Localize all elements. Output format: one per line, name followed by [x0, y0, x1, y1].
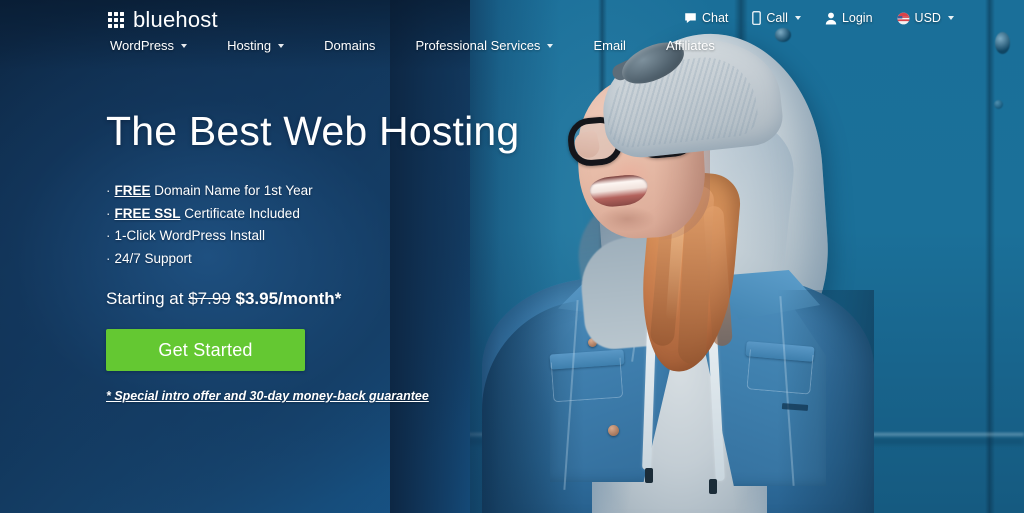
list-item-text: Domain Name for 1st Year [150, 183, 313, 199]
utility-item-label: Call [766, 11, 788, 25]
bullet-dot-icon: · [106, 205, 111, 221]
utility-item-login[interactable]: Login [825, 11, 873, 25]
price-current: $3.95/month* [235, 289, 342, 309]
bullet-dot-icon: · [106, 183, 111, 199]
utility-nav: Chat Call Login USD [684, 11, 954, 25]
wall-bolt-icon [994, 100, 1003, 109]
jacket-pocket [746, 349, 814, 395]
brand-logo[interactable]: bluehost [108, 7, 218, 33]
utility-item-chat[interactable]: Chat [684, 11, 728, 25]
bullet-dot-icon: · [106, 228, 111, 244]
list-item: · FREE Domain Name for 1st Year [106, 180, 526, 203]
chevron-down-icon [794, 16, 801, 20]
nav-item-label: WordPress [110, 38, 175, 53]
nav-item-email[interactable]: Email [593, 38, 626, 53]
nav-item-affiliates[interactable]: Affiliates [666, 38, 715, 53]
header-top-shade [0, 0, 470, 70]
nav-item-label: Email [593, 38, 626, 53]
pricing-line: Starting at $7.99 $3.95/month* [106, 289, 526, 309]
brand-name: bluehost [133, 7, 218, 32]
utility-item-label: Login [841, 11, 873, 25]
price-original: $7.99 [188, 289, 231, 309]
hero-content: The Best Web Hosting · FREE Domain Name f… [106, 108, 526, 403]
utility-item-label: USD [914, 11, 941, 25]
chevron-down-icon [278, 43, 285, 48]
list-item: · FREE SSL Certificate Included [106, 203, 526, 226]
grid-nine-dots-icon [108, 12, 124, 28]
list-item-emphasis: FREE SSL [114, 205, 181, 221]
chat-bubble-icon [684, 12, 697, 25]
utility-item-call[interactable]: Call [752, 11, 801, 25]
mobile-phone-icon [752, 11, 762, 25]
nav-item-hosting[interactable]: Hosting [227, 38, 285, 53]
chevron-down-icon [181, 43, 188, 48]
page-title: The Best Web Hosting [106, 108, 520, 154]
chevron-down-icon [547, 43, 554, 48]
chin-shadow [598, 206, 656, 232]
nav-item-professional-services[interactable]: Professional Services [415, 38, 554, 53]
get-started-button[interactable]: Get Started [106, 329, 305, 372]
list-item-text: 1-Click WordPress Install [114, 228, 266, 244]
nav-item-label: Hosting [227, 38, 272, 53]
drawstring-aglet [709, 479, 717, 494]
torso-shadow-right [760, 290, 874, 513]
hero-banner: Chat Call Login USD bluehost WordPress H… [0, 0, 1024, 513]
utility-item-currency[interactable]: USD [897, 11, 954, 25]
jacket-pocket [550, 357, 624, 403]
nav-item-wordpress[interactable]: WordPress [110, 38, 188, 53]
nav-item-label: Affiliates [665, 38, 715, 53]
nav-item-label: Professional Services [415, 38, 541, 53]
price-prefix: Starting at [106, 289, 189, 309]
list-item-text: Certificate Included [180, 205, 300, 221]
wall-bolt-icon [995, 32, 1010, 54]
chevron-down-icon [947, 16, 954, 20]
list-item: · 1-Click WordPress Install [106, 225, 526, 248]
list-item-text: 24/7 Support [114, 250, 192, 266]
list-item-emphasis: FREE [114, 183, 151, 199]
list-item: · 24/7 Support [106, 248, 526, 271]
drawstring-aglet [645, 468, 653, 483]
us-flag-icon [897, 12, 910, 25]
feature-list: · FREE Domain Name for 1st Year · FREE SSL… [106, 180, 526, 270]
jacket-button-icon [608, 425, 619, 436]
nav-item-domains[interactable]: Domains [324, 38, 375, 53]
main-nav: WordPress Hosting Domains Professional S… [110, 38, 715, 53]
bullet-dot-icon: · [106, 250, 111, 266]
user-person-icon [825, 12, 837, 25]
offer-disclaimer-link[interactable]: * Special intro offer and 30-day money-b… [106, 389, 526, 403]
nav-item-label: Domains [324, 38, 376, 53]
utility-item-label: Chat [702, 11, 729, 25]
